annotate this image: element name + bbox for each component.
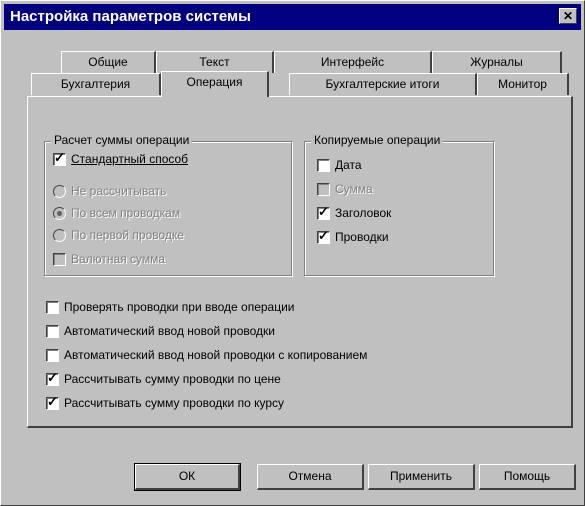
standard-method-label: Стандартный способ (71, 152, 189, 166)
checkbox-box[interactable] (46, 370, 59, 386)
title-bar: Настройка параметров системы ✕ (4, 4, 581, 30)
checkbox-box[interactable] (317, 228, 330, 244)
copy-operations-group: Копируемые операции Дата Сумма Заголовок… (304, 133, 494, 276)
checkbox-box[interactable] (46, 324, 59, 338)
tab-journals[interactable]: Журналы (432, 51, 562, 73)
radio-button[interactable] (53, 184, 66, 198)
radio-label: По первой проводке (71, 228, 184, 242)
radio-first-entry[interactable]: По первой проводке (53, 226, 184, 244)
copy-header-checkbox[interactable]: Заголовок (317, 204, 391, 222)
tab-text[interactable]: Текст (156, 51, 274, 73)
currency-sum-checkbox[interactable]: Валютная сумма (53, 250, 165, 268)
checkbox-box[interactable] (317, 204, 330, 220)
copy-date-label: Дата (335, 158, 362, 172)
checkbox-box[interactable] (46, 300, 59, 314)
radio-label: Не рассчитывать (71, 184, 167, 198)
option-label: Рассчитывать сумму проводки по цене (64, 372, 281, 386)
tab-interface[interactable]: Интерфейс (274, 51, 432, 73)
tab-accounting-totals[interactable]: Бухгалтерские итоги (289, 73, 477, 95)
radio-no-calc[interactable]: Не рассчитывать (53, 182, 166, 200)
radio-label: По всем проводкам (71, 206, 181, 220)
close-button[interactable]: ✕ (559, 8, 577, 24)
checkbox-box[interactable] (53, 252, 66, 266)
copy-sum-checkbox[interactable]: Сумма (317, 180, 373, 198)
checkbox-box[interactable] (46, 348, 59, 362)
option-label: Рассчитывать сумму проводки по курсу (64, 396, 285, 410)
settings-dialog: Настройка параметров системы ✕ Общие Тек… (0, 0, 585, 506)
standard-method-checkbox[interactable]: Стандартный способ (53, 150, 188, 168)
copy-date-checkbox[interactable]: Дата (317, 156, 362, 174)
apply-button[interactable]: Применить (368, 464, 475, 490)
radio-button[interactable] (53, 228, 66, 242)
copy-header-label: Заголовок (335, 206, 392, 220)
checkbox-box[interactable] (46, 394, 59, 410)
calc-sum-group-title: Расчет суммы операции (51, 133, 193, 147)
window-title: Настройка параметров системы (10, 8, 251, 25)
tab-general[interactable]: Общие (61, 51, 156, 73)
checkbox-box[interactable] (53, 150, 66, 166)
calc-sum-group: Расчет суммы операции Стандартный способ… (44, 133, 292, 276)
option-calc-by-price[interactable]: Рассчитывать сумму проводки по цене (46, 370, 281, 388)
tab-operation[interactable]: Операция (161, 71, 269, 97)
help-button[interactable]: Помощь (479, 464, 576, 490)
copy-entries-checkbox[interactable]: Проводки (317, 228, 389, 246)
radio-all-entries[interactable]: По всем проводкам (53, 204, 180, 222)
tab-accounting[interactable]: Бухгалтерия (31, 73, 161, 95)
option-label: Автоматический ввод новой проводки (64, 324, 275, 338)
option-label: Проверять проводки при вводе операции (64, 300, 295, 314)
tab-panel-operation: Расчет суммы операции Стандартный способ… (27, 96, 573, 428)
checkbox-box[interactable] (317, 158, 330, 172)
option-calc-by-rate[interactable]: Рассчитывать сумму проводки по курсу (46, 394, 284, 412)
cancel-button[interactable]: Отмена (257, 464, 364, 490)
close-icon: ✕ (562, 9, 574, 23)
option-label: Автоматический ввод новой проводки с коп… (64, 348, 368, 362)
ok-button[interactable]: ОК (134, 463, 241, 491)
option-check-entries[interactable]: Проверять проводки при вводе операции (46, 298, 295, 316)
currency-sum-label: Валютная сумма (71, 252, 166, 266)
checkbox-box[interactable] (317, 182, 330, 196)
copy-entries-label: Проводки (335, 230, 389, 244)
copy-operations-group-title: Копируемые операции (311, 133, 444, 147)
option-auto-new-entry-copy[interactable]: Автоматический ввод новой проводки с коп… (46, 346, 367, 364)
tab-monitor[interactable]: Монитор (477, 73, 569, 95)
radio-button[interactable] (53, 206, 66, 220)
option-auto-new-entry[interactable]: Автоматический ввод новой проводки (46, 322, 275, 340)
copy-sum-label: Сумма (335, 182, 373, 196)
